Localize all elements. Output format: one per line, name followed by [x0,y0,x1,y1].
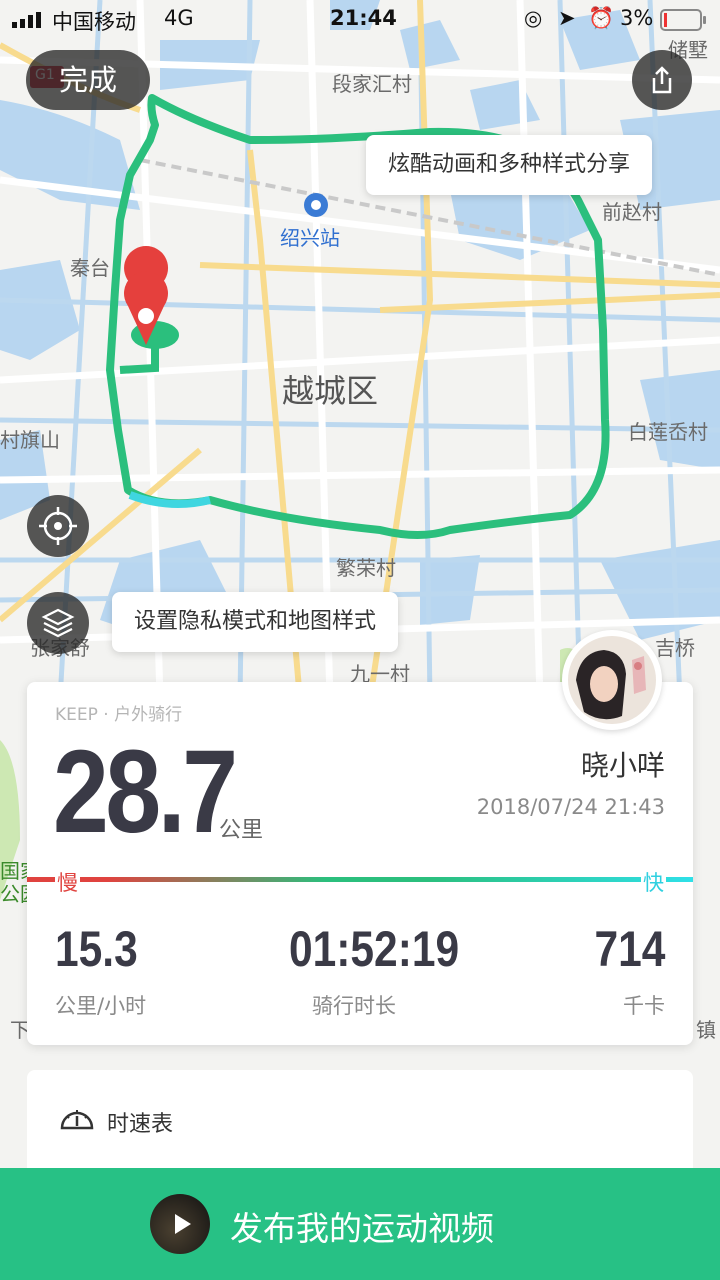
map-label: 前赵村 [602,200,662,224]
slow-label: 慢 [55,867,80,897]
map-label: 绍兴站 [280,226,340,250]
fast-label: 快 [641,867,666,897]
signal-icon [12,12,41,28]
done-button[interactable]: 完成 [26,50,150,110]
battery-icon [660,9,706,31]
location-arrow-icon: ➤ [558,6,576,30]
carrier-label: 中国移动 [52,10,136,34]
play-icon [150,1194,210,1254]
speedometer-label: 时速表 [107,1112,174,1137]
alarm-icon: ⏰ [588,6,615,30]
avatar-photo [568,636,656,724]
map-label: 繁荣村 [336,556,396,580]
share-tip: 炫酷动画和多种样式分享 [366,135,653,195]
avatar[interactable] [562,630,662,730]
speedometer-icon [60,1110,94,1130]
map-label: 镇 [696,1018,716,1042]
username: 晓小咩 [580,749,665,782]
speed-value: 15.3 [55,921,138,977]
speed-gradient-bar [27,877,693,882]
publish-video-button[interactable]: 发布我的运动视频 [0,1168,720,1280]
map-label: 白莲岙村 [628,420,708,444]
distance-unit: 公里 [219,818,264,843]
network-label: 4G [164,6,194,30]
lock-rotation-icon: ◎ [524,6,543,30]
summary-card: KEEP · 户外骑行 28.7 公里 晓小咩 2018/07/24 21:43… [27,682,693,1045]
clock: 21:44 [330,6,397,30]
datetime: 2018/07/24 21:43 [476,795,665,819]
calories-value: 714 [594,921,665,977]
layers-button[interactable] [27,592,89,654]
distance-value: 28.7 [53,726,238,858]
battery-percent: 3% [620,6,654,30]
duration-value: 01:52:19 [289,921,460,977]
status-bar: 中国移动 4G 21:44 ◎ ➤ ⏰ 3% [0,0,720,40]
map-label: 段家汇村 [332,72,412,96]
map-label: 越城区 [282,372,379,410]
source-label: KEEP · 户外骑行 [55,705,183,725]
map-label: 村旗山 [0,428,60,452]
map-label: 秦台 [70,256,110,280]
publish-label: 发布我的运动视频 [230,1209,494,1248]
layers-icon [41,608,75,638]
calories-unit: 千卡 [623,994,665,1018]
speed-unit: 公里/小时 [55,994,147,1018]
locate-button[interactable] [27,495,89,557]
share-icon [652,66,672,94]
duration-label: 骑行时长 [312,994,396,1018]
privacy-tip: 设置隐私模式和地图样式 [112,592,399,652]
share-button[interactable] [632,50,692,110]
crosshair-icon [39,507,77,545]
